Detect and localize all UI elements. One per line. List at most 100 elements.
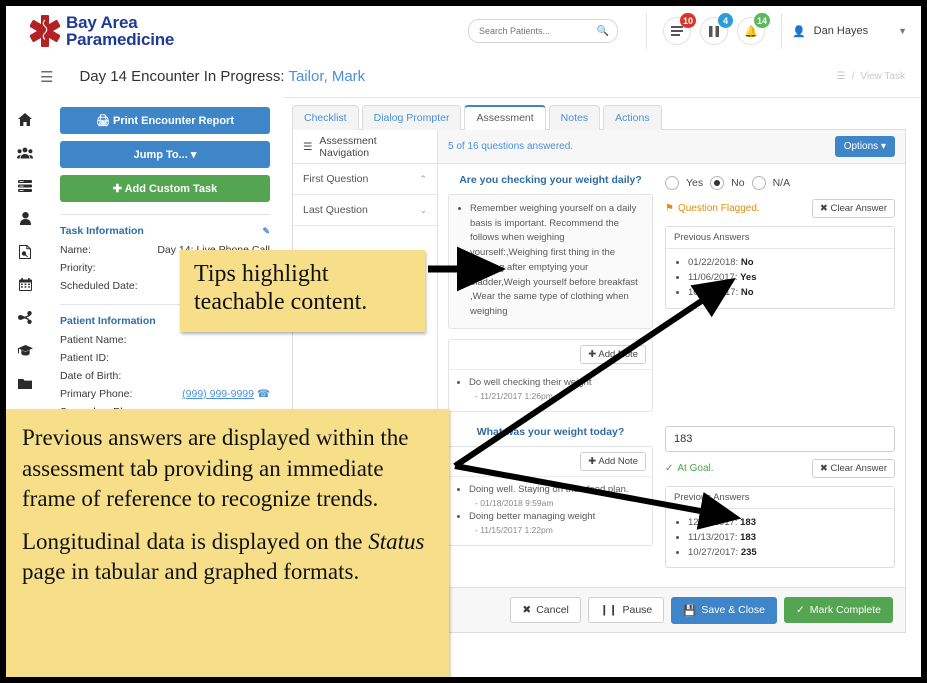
caret-down-icon: ▾ [190,149,197,161]
pause-button[interactable]: 4 [699,13,733,45]
task-information-heading: Task Information ✎ [60,225,270,237]
plus-icon: ✚ [112,183,122,195]
page-title: Day 14 Encounter In Progress: Tailor, Ma… [79,68,365,85]
sidebar-item-files[interactable] [6,367,44,400]
question-1-radio-no-label: No [731,177,745,189]
sidebar-item-education[interactable] [6,334,44,367]
tab-notes[interactable]: Notes [548,105,601,130]
breadcrumb-view-task[interactable]: View Task [860,71,905,82]
previous-answer-date: 10/27/2017: [688,287,739,299]
question-1-flag-text: Question Flagged. [677,203,760,214]
search-box[interactable]: 🔍 [467,19,618,43]
previous-answer-value: No [740,257,754,268]
nav-last-question-label: Last Question [303,204,368,216]
patient-information-label: Patient Information [60,315,156,327]
tab-dialog-prompter[interactable]: Dialog Prompter [361,105,462,130]
tab-assessment[interactable]: Assessment [464,105,546,130]
search-icon: 🔍 [596,25,609,37]
flag-icon: ⚑ [665,203,674,214]
callout-previous-paragraph-1: Previous answers are displayed within th… [22,425,409,512]
previous-answer-item: 10/27/2017: 235 [688,545,888,560]
primary-phone-link[interactable]: (999) 999-9999 [182,388,254,400]
search-input[interactable] [476,25,581,37]
sidebar-item-share[interactable] [6,301,44,334]
header-divider-left [645,13,647,49]
page-title-patient-link[interactable]: Tailor, Mark [288,68,365,85]
print-encounter-report-button[interactable]: 🖨 Print Encounter Report [60,107,270,134]
pencil-icon[interactable]: ✎ [262,226,270,237]
options-button[interactable]: Options ▾ [834,136,895,157]
sidebar-item-documents[interactable] [6,235,44,268]
question-2-clear-answer-label: Clear Answer [830,462,888,474]
save-icon: 💾 [683,604,697,617]
question-1-add-note-button[interactable]: ✚ Add Note [580,344,646,364]
questions-toolbar: 5 of 16 questions answered. Options ▾ [438,130,905,164]
previous-answer-item: 10/27/2017: No [688,285,888,300]
question-2-add-note-button[interactable]: ✚ Add Note [580,451,646,471]
user-menu[interactable]: 👤 Dan Hayes ▼ [792,25,921,38]
hamburger-icon[interactable]: ☰ [40,68,53,86]
phone-icon[interactable]: ☎ [257,388,270,400]
cancel-label: Cancel [536,604,569,616]
breadcrumb: ☰ / View Task [837,71,905,82]
previous-answer-item: 11/06/2017: Yes [688,270,888,285]
jump-to-button[interactable]: Jump To... ▾ [60,141,270,168]
list-icon: ☰ [303,140,313,153]
sidebar-item-records[interactable] [6,169,44,202]
x-icon: ✖ [819,462,828,474]
task-priority-key: Priority: [60,262,96,274]
header-divider-right [780,13,782,49]
question-2-right: ✓ At Goal. ✖ Clear Answer Previous Answe… [665,425,895,569]
assessment-navigation-header: ☰ Assessment Navigation [293,130,437,164]
plus-icon: ✚ [588,455,597,467]
previous-answer-date: 12/11/2017: [688,516,738,528]
patient-row-dob: Date of Birth: [60,370,270,382]
question-2-clear-answer-button[interactable]: ✖ Clear Answer [811,458,895,478]
top-header-bar: Bay Area Paramedicine 🔍 10 4 🔔 [6,6,921,57]
previous-answer-value: No [740,287,754,299]
messages-button[interactable]: 10 [662,13,696,45]
sidebar-item-users[interactable] [6,136,44,169]
patient-row-id: Patient ID: [60,352,270,364]
add-custom-task-button[interactable]: ✚ Add Custom Task [60,175,270,202]
chevron-down-icon: ▼ [898,26,907,36]
list-icon: ☰ [836,71,846,82]
note-timestamp: - 01/18/2018 9:59am [475,498,554,508]
sidebar-item-calendar[interactable] [6,268,44,301]
question-1-radio-yes[interactable] [665,176,679,190]
save-and-close-button[interactable]: 💾 Save & Close [671,596,777,624]
nav-last-question[interactable]: Last Question ⌄ [293,195,437,226]
cancel-button[interactable]: ✖ Cancel [510,597,581,623]
star-of-life-icon [29,14,61,48]
question-1-radio-na-label: N/A [772,177,791,189]
question-block-1: Are you checking your weight daily? Reme… [438,164,905,412]
patient-primary-phone-key: Primary Phone: [60,388,133,400]
breadcrumb-separator: / [851,71,855,82]
tab-actions[interactable]: Actions [603,105,662,130]
assessment-navigation-title: Assessment Navigation [319,134,377,159]
sidebar-item-patient[interactable] [6,202,44,235]
alerts-button[interactable]: 🔔 14 [736,13,770,45]
brand-line-1: Bay Area [66,13,138,32]
mark-complete-label: Mark Complete [809,604,881,616]
mark-complete-button[interactable]: ✓ Mark Complete [783,597,893,623]
tab-checklist[interactable]: Checklist [292,105,359,130]
note-item: Doing better managing weight - 11/15/201… [469,510,646,537]
note-text: Do well checking their weight [469,376,592,388]
previous-answer-value: 235 [740,547,757,559]
note-text: Doing well. Staying on their food plan. [469,483,629,495]
task-name-key: Name: [60,244,91,256]
nav-first-question[interactable]: First Question ⌃ [293,164,437,195]
brand-logo[interactable]: Bay Area Paramedicine [29,13,174,48]
question-2-title: What was your weight today? [476,425,625,438]
pause-button[interactable]: ❙❙ Pause [587,597,665,623]
question-1-clear-answer-button[interactable]: ✖ Clear Answer [811,199,895,218]
question-1-radio-na[interactable] [751,176,766,190]
callout-p2-emphasis: Status [368,528,425,554]
x-icon: ✖ [819,203,828,214]
question-block-2: What was your weight today? ✚ Add Note •… [438,412,905,569]
sidebar-item-home[interactable] [6,103,44,136]
question-1-radio-no[interactable] [710,176,725,190]
question-2-weight-input[interactable] [665,425,895,452]
plus-icon: ✚ [588,348,597,360]
